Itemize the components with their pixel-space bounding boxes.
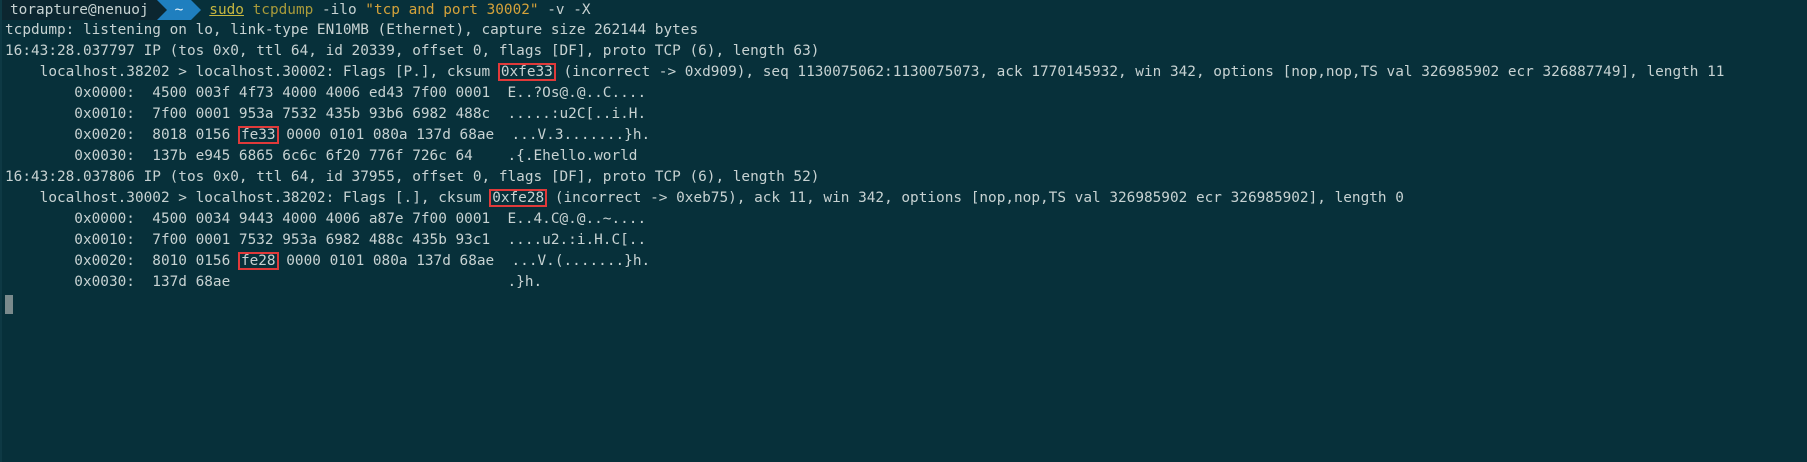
packet2-hex-row: 0x0010: 7f00 0001 7532 953a 6982 488c 43… [5, 232, 647, 248]
packet1-hex-cksum-highlight: fe33 [237, 126, 279, 144]
output-line-listening: tcpdump: listening on lo, link-type EN10… [5, 22, 699, 38]
packet1-hex-prefix: 0x0020: 8018 0156 [5, 127, 239, 143]
packet2-tcp-suffix: (incorrect -> 0xeb75), ack 11, win 342, … [546, 190, 1404, 206]
packet1-tcp-prefix: localhost.38202 > localhost.30002: Flags… [5, 64, 499, 80]
output-line-packet2-header: 16:43:28.037806 IP (tos 0x0, ttl 64, id … [5, 169, 820, 185]
prompt-separator-icon [191, 0, 202, 20]
packet2-tcp-prefix: localhost.30002 > localhost.38202: Flags… [5, 190, 491, 206]
packet1-tcp-suffix: (incorrect -> 0xd909), seq 1130075062:11… [554, 64, 1725, 80]
packet2-hex-suffix: 0000 0101 080a 137d 68ae ...V.(.......}h… [277, 253, 651, 269]
cursor-line[interactable] [5, 293, 1807, 314]
window-edge [0, 0, 2, 462]
packet1-hex-suffix: 0000 0101 080a 137d 68ae ...V.3.......}h… [277, 127, 651, 143]
command-sudo: sudo [209, 1, 244, 18]
packet1-hex-row: 0x0000: 4500 003f 4f73 4000 4006 ed43 7f… [5, 85, 647, 101]
command-filter-string: "tcp and port 30002" [365, 1, 539, 18]
packet1-hex-row: 0x0010: 7f00 0001 953a 7532 435b 93b6 69… [5, 106, 647, 122]
packet2-hex-row: 0x0000: 4500 0034 9443 4000 4006 a87e 7f… [5, 211, 647, 227]
output-line-packet1-header: 16:43:28.037797 IP (tos 0x0, ttl 64, id … [5, 43, 820, 59]
packet2-hex-row: 0x0020: 8010 0156 fe28 0000 0101 080a 13… [5, 251, 1807, 272]
packet2-cksum-highlight: 0xfe28 [489, 189, 548, 207]
output-line-packet2-tcp: localhost.30002 > localhost.38202: Flags… [5, 188, 1807, 209]
packet1-hex-row: 0x0030: 137b e945 6865 6c6c 6f20 776f 72… [5, 148, 638, 164]
packet1-hex-row: 0x0020: 8018 0156 fe33 0000 0101 080a 13… [5, 125, 1807, 146]
packet2-hex-cksum-highlight: fe28 [237, 252, 279, 270]
packet2-hex-row: 0x0030: 137d 68ae .}h. [5, 274, 543, 290]
terminal-cursor [5, 295, 13, 314]
command-arg-verbose: -v -X [547, 1, 591, 18]
command-binary: tcpdump [252, 1, 314, 18]
prompt-user-host: torapture@nenuoj [0, 0, 157, 20]
terminal-window[interactable]: torapture@nenuoj ~ sudo tcpdump -ilo "tcp … [0, 0, 1807, 462]
packet1-cksum-highlight: 0xfe33 [497, 63, 556, 81]
command-arg-iface: -ilo [321, 1, 357, 18]
output-line-packet1-tcp: localhost.38202 > localhost.30002: Flags… [5, 62, 1807, 83]
prompt-separator-icon [156, 0, 167, 20]
shell-prompt: torapture@nenuoj ~ sudo tcpdump -ilo "tcp … [0, 0, 1807, 20]
prompt-directory: ~ [166, 0, 192, 20]
packet2-hex-prefix: 0x0020: 8010 0156 [5, 253, 239, 269]
